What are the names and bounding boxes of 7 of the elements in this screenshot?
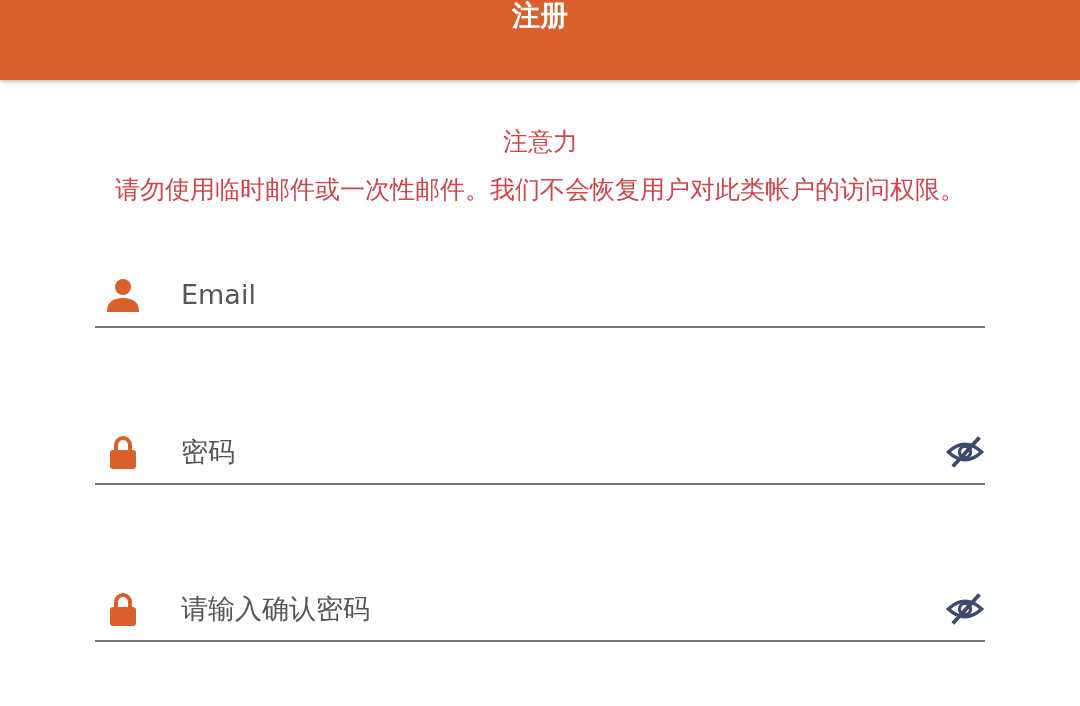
page-title: 注册	[512, 0, 568, 34]
notice-heading: 注意力	[501, 126, 579, 158]
notice-message: 请勿使用临时邮件或一次性邮件。我们不会恢复用户对此类帐户的访问权限。	[114, 174, 966, 206]
input-field[interactable]: 密码	[181, 431, 945, 473]
input-field[interactable]: 请输入确认密码	[181, 588, 945, 630]
person-icon	[105, 277, 141, 313]
input-field[interactable]: Email	[181, 274, 985, 316]
